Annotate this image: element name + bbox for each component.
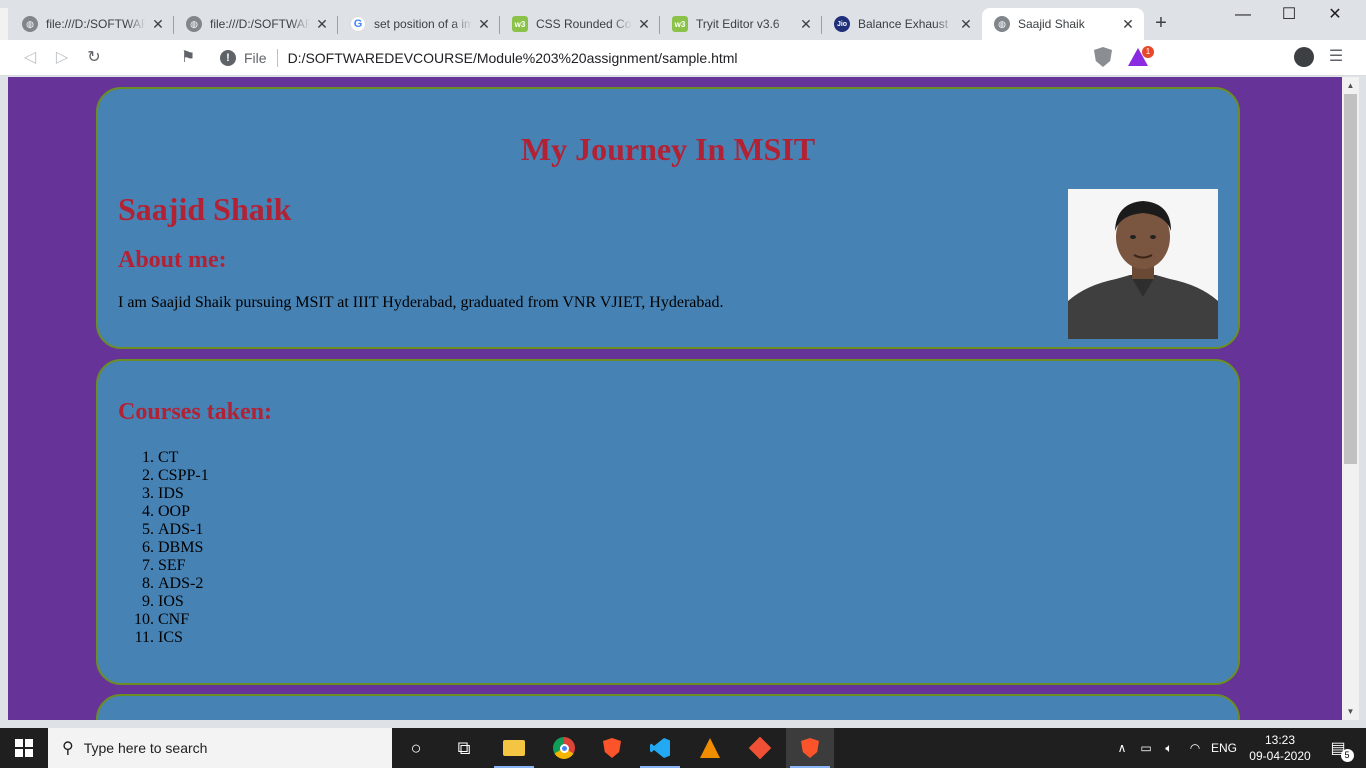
list-item: ADS-2 — [158, 575, 209, 593]
rewards-badge: 1 — [1142, 46, 1154, 58]
scroll-down-icon[interactable]: ▼ — [1342, 703, 1359, 720]
brave-icon[interactable] — [588, 728, 636, 768]
tab-title: Tryit Editor v3.6 — [696, 17, 780, 31]
close-tab-icon[interactable]: ✕ — [476, 16, 492, 32]
bookmark-icon[interactable]: ⚑ — [176, 46, 200, 70]
page-scrollbar[interactable]: ▲ ▼ — [1342, 77, 1359, 720]
browser-toolbar: ◁ ▷ ↻ ⚑ ! File D:/SOFTWAREDEVCOURSE/Modu… — [0, 40, 1366, 76]
tab-6[interactable]: Jio Balance Exhaust ✕ — [822, 8, 982, 40]
reload-icon[interactable]: ↻ — [82, 46, 106, 70]
list-item: IDS — [158, 485, 209, 503]
jio-icon: Jio — [834, 16, 850, 32]
next-card — [96, 694, 1240, 720]
task-view-icon[interactable]: ⧉ — [440, 728, 488, 768]
list-item: CSPP-1 — [158, 467, 209, 485]
profile-photo — [1068, 189, 1218, 339]
close-window-icon[interactable]: ✕ — [1312, 0, 1358, 30]
w3schools-icon: w3 — [512, 16, 528, 32]
list-item: CNF — [158, 611, 209, 629]
tab-title: CSS Rounded Corners — [536, 17, 632, 31]
language-indicator[interactable]: ENG — [1208, 728, 1240, 768]
start-button[interactable] — [0, 728, 48, 768]
tab-5[interactable]: w3 Tryit Editor v3.6 ✕ — [660, 8, 822, 40]
courses-list: CT CSPP-1 IDS OOP ADS-1 DBMS SEF ADS-2 I… — [118, 449, 209, 647]
back-icon[interactable]: ◁ — [18, 46, 42, 70]
info-icon[interactable]: ! — [220, 50, 236, 66]
courses-card: Courses taken: CT CSPP-1 IDS OOP ADS-1 D… — [96, 359, 1240, 685]
list-item: SEF — [158, 557, 209, 575]
forward-icon[interactable]: ▷ — [50, 46, 74, 70]
close-tab-icon[interactable]: ✕ — [1120, 16, 1136, 32]
close-tab-icon[interactable]: ✕ — [314, 16, 330, 32]
taskbar-search[interactable]: ⚲ Type here to search — [48, 728, 392, 768]
tab-title: file:///D:/SOFTWAREDEVCOURSE — [210, 17, 310, 31]
tray-chevron-icon[interactable]: ∧ — [1112, 728, 1132, 768]
volume-icon[interactable]: 🔈︎ — [1158, 728, 1180, 768]
tab-3[interactable]: G set position of a image ✕ — [338, 8, 500, 40]
tab-title: set position of a image — [374, 17, 472, 31]
about-text: I am Saajid Shaik pursuing MSIT at IIIT … — [118, 294, 724, 311]
windows-taskbar: ⚲ Type here to search ○ ⧉ ∧ ▭ 🔈︎ ◠ ENG 1… — [0, 728, 1366, 768]
tab-1[interactable]: ◍ file:///D:/SOFTWAREDEVCOURSE ✕ — [10, 8, 174, 40]
list-item: ICS — [158, 629, 209, 647]
globe-icon: ◍ — [22, 16, 38, 32]
search-placeholder: Type here to search — [83, 740, 208, 756]
scroll-up-icon[interactable]: ▲ — [1342, 77, 1359, 94]
courses-heading: Courses taken: — [118, 399, 272, 425]
address-divider — [276, 49, 278, 67]
page-title: My Journey In MSIT — [520, 131, 816, 167]
scheme-label: File — [244, 50, 267, 66]
minimize-icon[interactable]: — — [1220, 0, 1266, 30]
tab-strip-edge — [0, 8, 8, 40]
page-viewport: My Journey In MSIT Saajid Shaik About me… — [8, 77, 1342, 720]
new-tab-button[interactable]: + — [1150, 12, 1172, 34]
search-icon: ⚲ — [62, 740, 74, 757]
clock-time: 13:23 — [1264, 733, 1296, 747]
menu-icon[interactable]: ☰ — [1326, 46, 1346, 68]
chrome-icon[interactable] — [540, 728, 588, 768]
w3schools-icon: w3 — [672, 16, 688, 32]
brave-browser-running-icon[interactable] — [786, 728, 834, 768]
extension-icon[interactable] — [1294, 47, 1314, 67]
list-item: OOP — [158, 503, 209, 521]
tab-title: file:///D:/SOFTWAREDEVCOURSE — [46, 17, 146, 31]
battery-icon[interactable]: ▭ — [1136, 728, 1156, 768]
cortana-icon[interactable]: ○ — [392, 728, 440, 768]
notification-count: 5 — [1340, 749, 1354, 762]
taskbar-clock[interactable]: 13:23 09-04-2020 — [1248, 732, 1312, 764]
clock-date: 09-04-2020 — [1249, 749, 1311, 763]
google-icon: G — [350, 16, 366, 32]
tab-strip: ◍ file:///D:/SOFTWAREDEVCOURSE ✕ ◍ file:… — [0, 0, 1366, 40]
close-tab-icon[interactable]: ✕ — [798, 16, 814, 32]
url-text[interactable]: D:/SOFTWAREDEVCOURSE/Module%203%20assign… — [288, 50, 738, 66]
vlc-icon[interactable] — [686, 728, 734, 768]
scroll-thumb[interactable] — [1344, 94, 1357, 464]
list-item: CT — [158, 449, 209, 467]
maximize-icon[interactable]: ☐ — [1266, 0, 1312, 30]
wifi-icon[interactable]: ◠ — [1184, 728, 1206, 768]
globe-icon: ◍ — [186, 16, 202, 32]
intro-card: My Journey In MSIT Saajid Shaik About me… — [96, 87, 1240, 349]
tab-2[interactable]: ◍ file:///D:/SOFTWAREDEVCOURSE ✕ — [174, 8, 338, 40]
list-item: ADS-1 — [158, 521, 209, 539]
globe-icon: ◍ — [994, 16, 1010, 32]
close-tab-icon[interactable]: ✕ — [150, 16, 166, 32]
list-item: DBMS — [158, 539, 209, 557]
author-name: Saajid Shaik — [118, 191, 292, 227]
close-tab-icon[interactable]: ✕ — [958, 16, 974, 32]
tab-active[interactable]: ◍ Saajid Shaik ✕ — [982, 8, 1144, 40]
list-item: IOS — [158, 593, 209, 611]
tab-title: Saajid Shaik — [1018, 17, 1085, 31]
windows-icon — [15, 739, 33, 757]
vscode-icon[interactable] — [636, 728, 684, 768]
tab-4[interactable]: w3 CSS Rounded Corners ✕ — [500, 8, 660, 40]
about-heading: About me: — [118, 247, 227, 273]
close-tab-icon[interactable]: ✕ — [636, 16, 652, 32]
file-explorer-icon[interactable] — [490, 728, 538, 768]
address-bar[interactable]: ! File D:/SOFTWAREDEVCOURSE/Module%203%2… — [210, 44, 1156, 72]
tab-title: Balance Exhaust — [858, 17, 949, 31]
notification-center-icon[interactable]: ▤ 5 — [1318, 728, 1358, 768]
git-icon[interactable] — [736, 728, 784, 768]
